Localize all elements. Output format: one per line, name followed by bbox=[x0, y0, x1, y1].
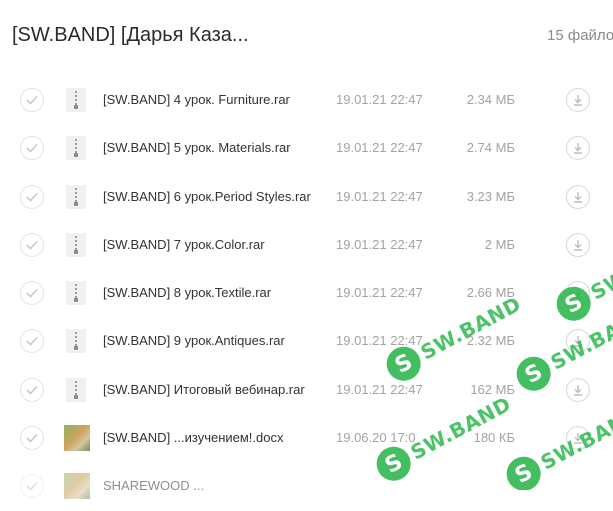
download-icon bbox=[574, 384, 582, 396]
file-row[interactable]: SHAREWOOD ... bbox=[0, 462, 613, 510]
file-row[interactable]: [SW.BAND] 4 урок. Furniture.rar 19.01.21… bbox=[0, 76, 613, 124]
select-checkbox[interactable] bbox=[20, 329, 44, 354]
file-size: 3.23 МБ bbox=[466, 188, 515, 204]
file-size: 162 МБ bbox=[470, 381, 515, 397]
file-size: 2.74 МБ bbox=[466, 140, 515, 156]
file-row[interactable]: [SW.BAND] 7 урок.Color.rar 19.01.21 22:4… bbox=[0, 221, 613, 269]
file-row[interactable]: [SW.BAND] 9 урок.Antiques.rar 19.01.21 2… bbox=[0, 317, 613, 365]
download-button[interactable] bbox=[566, 88, 590, 112]
check-icon bbox=[26, 240, 38, 250]
check-icon bbox=[26, 385, 38, 395]
file-name[interactable]: [SW.BAND] ...изучением!.docx bbox=[103, 430, 284, 445]
file-size: 2.32 МБ bbox=[466, 333, 515, 349]
download-button[interactable] bbox=[566, 377, 590, 402]
file-date: 19.01.21 22:47 bbox=[336, 236, 423, 252]
file-date: 19.01.21 22:47 bbox=[336, 285, 423, 301]
file-name[interactable]: [SW.BAND] Итоговый вебинар.rar bbox=[103, 382, 305, 397]
file-name[interactable]: [SW.BAND] 7 урок.Color.rar bbox=[103, 237, 265, 252]
document-thumbnail bbox=[64, 425, 90, 452]
file-date: 19.06.20 17:0 bbox=[336, 430, 416, 446]
download-icon bbox=[574, 288, 582, 299]
download-icon bbox=[574, 143, 582, 154]
select-checkbox[interactable] bbox=[20, 281, 44, 306]
check-icon bbox=[26, 95, 38, 105]
download-icon bbox=[574, 239, 582, 251]
file-row[interactable]: [SW.BAND] ...изучением!.docx 19.06.20 17… bbox=[0, 414, 613, 462]
download-button[interactable] bbox=[566, 329, 590, 354]
archive-icon bbox=[66, 281, 86, 306]
file-date: 19.01.21 22:47 bbox=[336, 381, 423, 397]
download-button[interactable] bbox=[566, 136, 590, 161]
document-thumbnail bbox=[64, 473, 90, 500]
file-name[interactable]: [SW.BAND] 9 урок.Antiques.rar bbox=[103, 333, 285, 348]
folder-title: [SW.BAND] [Дарья Каза... bbox=[12, 24, 249, 46]
archive-icon bbox=[66, 136, 86, 161]
file-row[interactable]: [SW.BAND] 5 урок. Materials.rar 19.01.21… bbox=[0, 124, 613, 172]
folder-header: [SW.BAND] [Дарья Каза... 15 файлов bbox=[0, 0, 613, 72]
file-row[interactable]: [SW.BAND] 8 урок.Textile.rar 19.01.21 22… bbox=[0, 269, 613, 317]
file-size: 2.66 МБ bbox=[466, 285, 515, 301]
archive-icon bbox=[66, 88, 86, 112]
download-button[interactable] bbox=[566, 232, 590, 257]
file-size: 2 МБ bbox=[484, 236, 515, 252]
check-icon bbox=[26, 192, 38, 202]
file-row[interactable]: [SW.BAND] 6 урок.Period Styles.rar 19.01… bbox=[0, 173, 613, 221]
file-size: 2.34 МБ bbox=[466, 92, 515, 107]
select-checkbox[interactable] bbox=[20, 426, 44, 451]
download-button[interactable] bbox=[566, 281, 590, 306]
file-date: 19.01.21 22:47 bbox=[336, 92, 423, 107]
archive-icon bbox=[66, 377, 86, 402]
check-icon bbox=[26, 337, 38, 347]
select-checkbox[interactable] bbox=[20, 136, 44, 161]
select-checkbox[interactable] bbox=[20, 184, 44, 209]
select-checkbox[interactable] bbox=[20, 474, 44, 499]
check-icon bbox=[26, 289, 38, 298]
download-icon bbox=[574, 336, 582, 348]
file-name[interactable]: [SW.BAND] 5 урок. Materials.rar bbox=[103, 140, 291, 155]
download-icon bbox=[574, 433, 582, 444]
file-name[interactable]: [SW.BAND] 4 урок. Furniture.rar bbox=[103, 92, 290, 107]
download-button[interactable] bbox=[566, 184, 590, 209]
download-icon bbox=[574, 95, 582, 106]
file-list: [SW.BAND] 4 урок. Furniture.rar 19.01.21… bbox=[0, 76, 613, 511]
file-date: 19.01.21 22:47 bbox=[336, 333, 423, 349]
file-name[interactable]: SHAREWOOD ... bbox=[103, 478, 204, 493]
file-name[interactable]: [SW.BAND] 6 урок.Period Styles.rar bbox=[103, 189, 311, 204]
select-checkbox[interactable] bbox=[20, 232, 44, 257]
check-icon bbox=[26, 434, 38, 443]
file-name[interactable]: [SW.BAND] 8 урок.Textile.rar bbox=[103, 285, 271, 300]
check-icon bbox=[26, 482, 38, 492]
file-count: 15 файлов bbox=[547, 27, 613, 44]
download-button[interactable] bbox=[566, 426, 590, 451]
file-size: 180 КБ bbox=[473, 430, 515, 446]
archive-icon bbox=[66, 232, 86, 257]
file-row[interactable]: [SW.BAND] Итоговый вебинар.rar 19.01.21 … bbox=[0, 366, 613, 414]
file-date: 19.01.21 22:47 bbox=[336, 140, 423, 156]
download-icon bbox=[574, 191, 582, 203]
archive-icon bbox=[66, 184, 86, 209]
archive-icon bbox=[66, 329, 86, 354]
select-checkbox[interactable] bbox=[20, 377, 44, 402]
select-checkbox[interactable] bbox=[20, 88, 44, 112]
check-icon bbox=[26, 144, 38, 153]
file-date: 19.01.21 22:47 bbox=[336, 188, 423, 204]
